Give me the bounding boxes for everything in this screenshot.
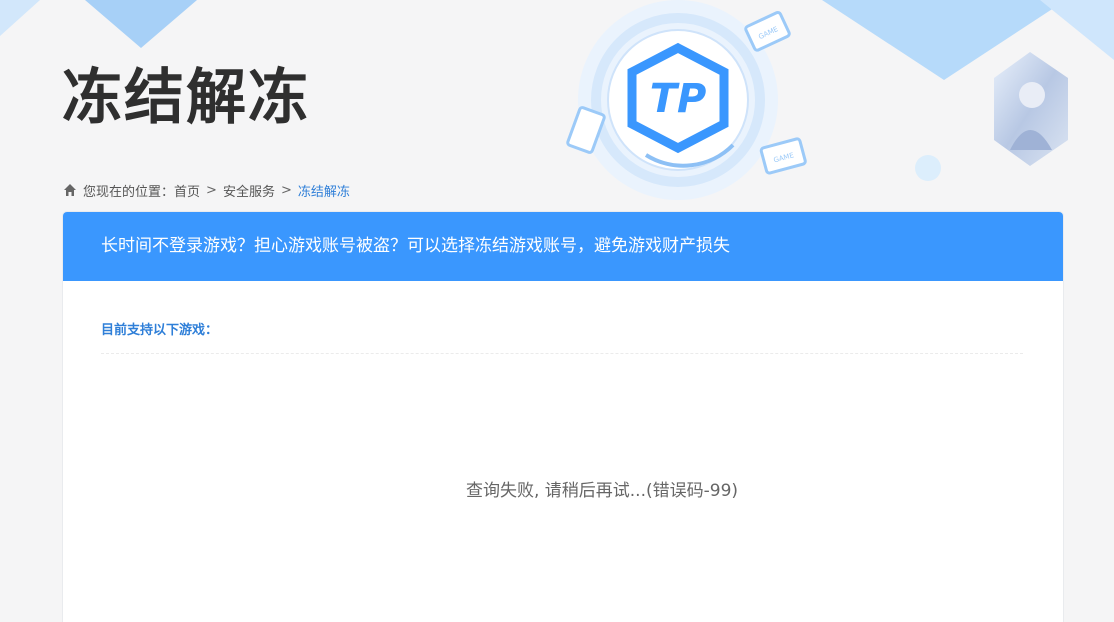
tp-logo-text: TP (650, 76, 707, 122)
breadcrumb-current: 冻结解冻 (297, 184, 350, 200)
home-icon[interactable] (63, 183, 77, 197)
decor-bubble (915, 155, 941, 181)
main-panel: 长时间不登录游戏？担心游戏账号被盗？可以选择冻结游戏账号，避免游戏财产损失 目前… (63, 212, 1063, 622)
decor-triangle-left-small (0, 0, 40, 36)
breadcrumb-separator: > (280, 182, 292, 198)
decor-triangle-left (85, 0, 197, 48)
breadcrumb: 您现在的位置： 首页 > 安全服务 > 冻结解冻 (63, 180, 350, 200)
breadcrumb-prefix: 您现在的位置： (83, 184, 175, 200)
breadcrumb-separator: > (206, 182, 217, 198)
breadcrumb-home-link[interactable]: 首页 (174, 181, 200, 200)
page-title: 冻结解冻 (62, 63, 310, 133)
error-message: 查询失败, 请稍后再试...(错误码-99) (465, 481, 739, 501)
tp-logo-illustration: TP GAME GAME (566, 0, 807, 200)
character-avatar-hexagon (994, 52, 1068, 166)
supported-games-label: 目前支持以下游戏： (101, 323, 219, 338)
breadcrumb-security-link[interactable]: 安全服务 (223, 181, 275, 200)
section-divider (101, 353, 1023, 354)
info-banner: 长时间不登录游戏？担心游戏账号被盗？可以选择冻结游戏账号，避免游戏财产损失 (63, 212, 1063, 281)
